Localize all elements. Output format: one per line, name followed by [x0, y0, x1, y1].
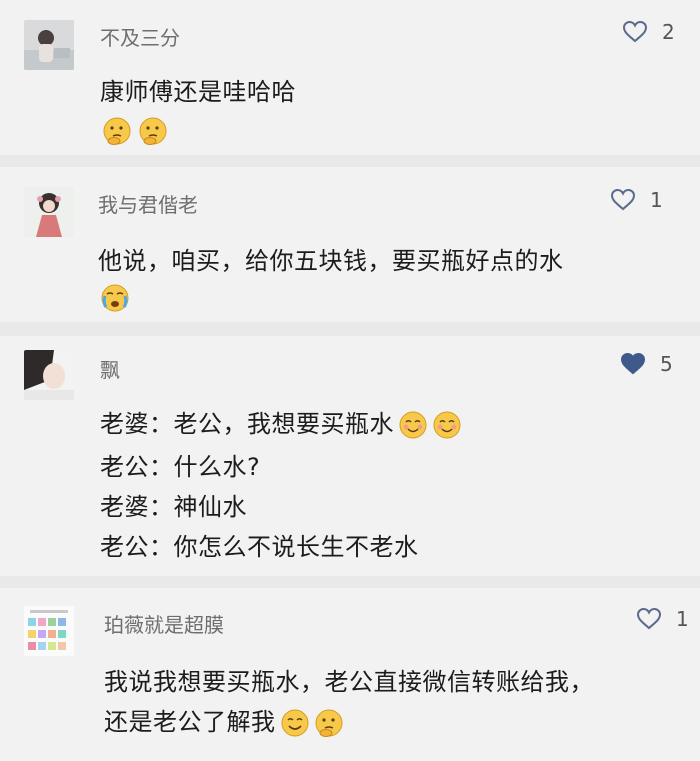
comment-text: 老公：你怎么不说长生不老水 [100, 533, 419, 561]
thinking-emoji-icon [315, 709, 342, 737]
comment-card: 不及三分 2 康师傅还是哇哈哈 [0, 0, 700, 155]
like-count: 1 [650, 188, 663, 212]
thinking-emoji-icon [139, 117, 167, 145]
user-avatar[interactable] [24, 187, 74, 237]
user-avatar[interactable] [24, 606, 74, 656]
like-count: 2 [662, 20, 675, 44]
blush-emoji-icon [399, 411, 427, 439]
comment-text: 康师傅还是哇哈哈 [100, 78, 296, 106]
blush-emoji-icon [433, 411, 461, 439]
username[interactable]: 不及三分 [100, 22, 180, 51]
comment-text: 他说，咱买，给你五块钱，要买瓶好点的水 [98, 247, 564, 275]
like-button[interactable]: 5 [620, 352, 673, 376]
like-count: 5 [660, 352, 673, 376]
user-avatar[interactable] [24, 350, 74, 400]
comment-text: 我说我想要买瓶水，老公直接微信转账给我， [104, 668, 594, 696]
comment-card: 我与君偕老 1 他说，咱买，给你五块钱，要买瓶好点的水 [0, 167, 700, 322]
comment-text-line: 老婆：老公，我想要买瓶水 [100, 410, 394, 438]
comment-text: 老公：什么水? [100, 453, 261, 481]
heart-icon [636, 607, 662, 630]
user-avatar[interactable] [24, 20, 74, 70]
username[interactable]: 飘 [100, 354, 120, 383]
comment-text-line: 还是老公了解我 [104, 708, 276, 736]
like-button[interactable]: 1 [636, 607, 689, 631]
comment-text: 还是老公了解我 [104, 702, 344, 738]
smile-emoji-icon [281, 709, 308, 737]
heart-icon [622, 20, 648, 43]
comment-card: 珀薇就是超膜 1 我说我想要买瓶水，老公直接微信转账给我， 还是老公了解我 [0, 588, 700, 761]
like-button[interactable]: 1 [610, 188, 663, 212]
heart-filled-icon [620, 352, 646, 375]
comment-text: 老婆：神仙水 [100, 493, 247, 521]
username[interactable]: 我与君偕老 [98, 189, 198, 218]
emoji-row [100, 283, 130, 313]
username[interactable]: 珀薇就是超膜 [104, 609, 224, 638]
emoji-row [102, 116, 168, 146]
like-count: 1 [676, 607, 689, 631]
thinking-emoji-icon [103, 117, 131, 145]
heart-icon [610, 188, 636, 211]
comment-text: 老婆：老公，我想要买瓶水 [100, 404, 462, 440]
like-button[interactable]: 2 [622, 20, 675, 44]
comment-card: 飘 5 老婆：老公，我想要买瓶水 老公：什么水? 老婆：神仙水 老公：你怎么不说… [0, 336, 700, 576]
crying-emoji-icon [101, 284, 129, 312]
